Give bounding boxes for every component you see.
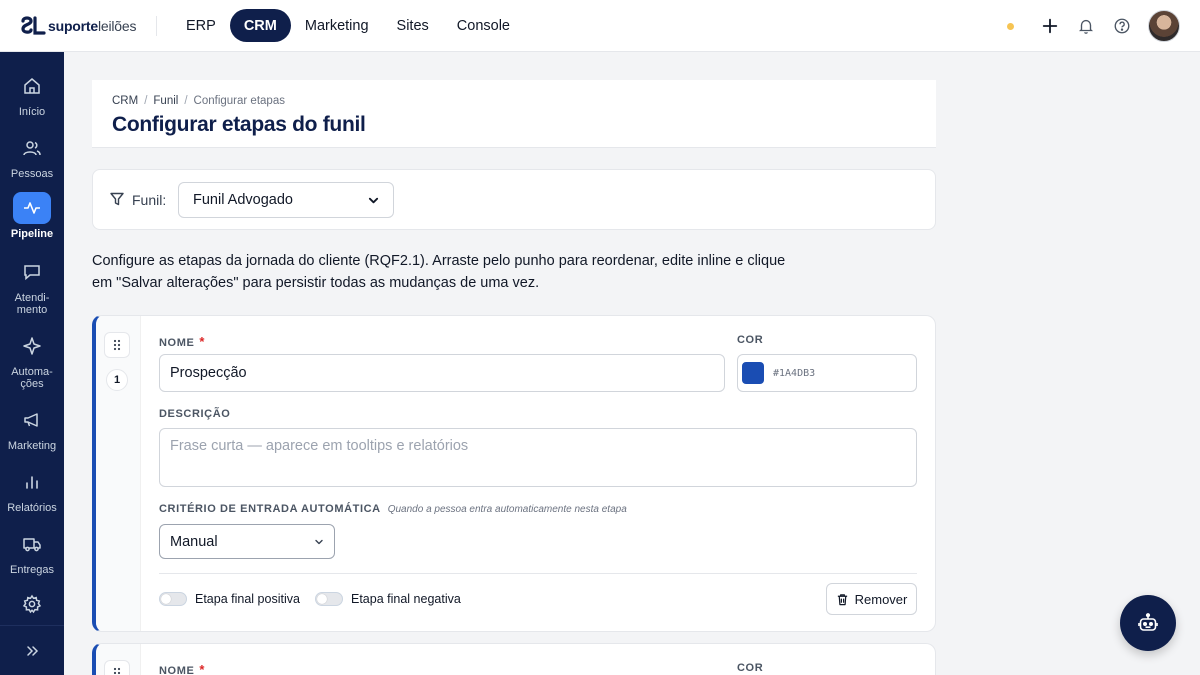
breadcrumb: CRM / Funil / Configurar etapas [112, 95, 285, 107]
stage-card: NOME * COR [92, 643, 936, 675]
bar-chart-icon [13, 466, 51, 498]
users-icon [13, 132, 51, 164]
stage-handle-column: 1 [96, 316, 141, 631]
tab-sites[interactable]: Sites [383, 9, 443, 42]
stage-name-input[interactable]: Prospecção [159, 354, 725, 392]
chevrons-right-icon [27, 645, 39, 656]
stage-criterion-hint: Quando a pessoa entra automaticamente ne… [387, 504, 627, 515]
sidebar-item-label: Pipeline [10, 228, 54, 240]
stage-color-label: COR [737, 334, 764, 346]
help-icon[interactable] [1112, 16, 1132, 36]
final-negative-label: Etapa final negativa [351, 592, 461, 606]
tab-crm[interactable]: CRM [229, 9, 291, 42]
sidebar-expand-button[interactable] [0, 625, 64, 675]
stage-order-badge: 1 [106, 369, 128, 391]
topbar-actions [1007, 10, 1180, 42]
final-positive-toggle-row: Etapa final positiva [159, 592, 300, 606]
stage-criterion-label: CRITÉRIO DE ENTRADA AUTOMÁTICA Quando a p… [159, 503, 627, 515]
breadcrumb-separator: / [144, 95, 148, 107]
assistant-button[interactable] [1120, 595, 1176, 651]
bell-icon[interactable] [1076, 16, 1096, 36]
sidebar-item-pessoas[interactable]: Pessoas [0, 132, 64, 180]
sidebar-item-inicio[interactable]: Início [0, 70, 64, 118]
top-bar: suporteleilões ERP CRM Marketing Sites C… [0, 0, 1200, 52]
topbar-divider [156, 16, 157, 36]
truck-icon [13, 528, 51, 560]
stage-description-textarea[interactable]: Frase curta — aparece em tooltips e rela… [159, 428, 917, 487]
tab-erp[interactable]: ERP [172, 9, 230, 42]
stage-name-label: NOME * [159, 662, 206, 675]
tab-console[interactable]: Console [443, 9, 524, 42]
sidebar-item-pipeline[interactable]: Pipeline [0, 192, 64, 240]
stage-name-value: Prospecção [170, 365, 247, 381]
sidebar: Início Pessoas Pipeline Atendi- mento Au… [0, 52, 64, 675]
sidebar-item-label: Início [18, 106, 46, 118]
plus-icon[interactable] [1040, 16, 1060, 36]
top-navigation: ERP CRM Marketing Sites Console [172, 9, 524, 42]
funnel-filter-card: Funil: Funil Advogado [92, 169, 936, 230]
stage-name-label: NOME * [159, 334, 206, 349]
drag-handle[interactable] [104, 332, 130, 358]
brand-logo[interactable]: suporteleilões [20, 14, 136, 38]
final-positive-toggle[interactable] [159, 592, 187, 606]
page-title: Configurar etapas do funil [112, 113, 366, 136]
stage-handle-column [96, 644, 141, 675]
stage-criterion-select[interactable]: Manual [159, 524, 335, 559]
stage-color-picker[interactable]: #1A4DB3 [737, 354, 917, 392]
trash-icon [837, 593, 847, 605]
pulse-icon [13, 192, 51, 224]
status-indicator [1007, 22, 1014, 30]
tab-marketing[interactable]: Marketing [291, 9, 383, 42]
user-avatar[interactable] [1148, 10, 1180, 42]
logo-mark-icon [21, 16, 46, 35]
funnel-filter-label: Funil: [132, 192, 167, 208]
stage-color-label: COR [737, 662, 764, 674]
page-header: CRM / Funil / Configurar etapas Configur… [92, 80, 936, 148]
sidebar-item-label: Automa- ções [11, 366, 53, 390]
final-negative-toggle-row: Etapa final negativa [315, 592, 461, 606]
stage-card: 1 NOME * Prospecção COR #1A4DB3 DESCRIÇÃO… [92, 315, 936, 632]
breadcrumb-funil[interactable]: Funil [153, 95, 178, 107]
remove-stage-button[interactable]: Remover [826, 583, 917, 615]
sparkle-icon [13, 330, 51, 362]
stage-description-label: DESCRIÇÃO [159, 408, 231, 420]
chevron-down-icon [368, 197, 379, 203]
sidebar-item-label: Pessoas [10, 168, 54, 180]
breadcrumb-separator: / [184, 95, 188, 107]
final-negative-toggle[interactable] [315, 592, 343, 606]
chat-icon [13, 256, 51, 288]
intro-text: Configure as etapas da jornada do client… [92, 253, 786, 291]
stage-criterion-value: Manual [170, 533, 218, 550]
sidebar-item-label: Relatórios [7, 502, 57, 514]
sidebar-item-automacoes[interactable]: Automa- ções [0, 330, 64, 390]
breadcrumb-crm[interactable]: CRM [112, 95, 138, 107]
sidebar-item-configuracoes[interactable] [0, 588, 64, 620]
megaphone-icon [13, 404, 51, 436]
funnel-select-value: Funil Advogado [193, 192, 293, 208]
breadcrumb-current: Configurar etapas [193, 95, 285, 107]
drag-handle[interactable] [104, 660, 130, 675]
grip-icon [113, 339, 121, 351]
gear-icon [13, 588, 51, 620]
funnel-select[interactable]: Funil Advogado [178, 182, 394, 218]
sidebar-item-label: Entregas [9, 564, 55, 576]
sidebar-item-label: Marketing [7, 440, 57, 452]
brand-name: suporteleilões [48, 18, 137, 34]
sidebar-item-marketing[interactable]: Marketing [0, 404, 64, 452]
home-icon [13, 70, 51, 102]
remove-stage-label: Remover [854, 591, 908, 607]
final-positive-label: Etapa final positiva [195, 592, 300, 606]
sidebar-item-label: Atendi- mento [14, 292, 50, 316]
chevron-down-icon [315, 539, 323, 544]
robot-icon [1138, 613, 1158, 631]
sidebar-item-atendimento[interactable]: Atendi- mento [0, 256, 64, 316]
grip-icon [113, 667, 121, 675]
sidebar-item-entregas[interactable]: Entregas [0, 528, 64, 576]
sidebar-item-relatorios[interactable]: Relatórios [0, 466, 64, 514]
stage-divider [159, 573, 917, 574]
filter-icon [110, 192, 124, 206]
stage-description-placeholder: Frase curta — aparece em tooltips e rela… [170, 438, 469, 454]
color-swatch[interactable] [742, 362, 764, 384]
color-hex-value[interactable]: #1A4DB3 [773, 368, 815, 379]
